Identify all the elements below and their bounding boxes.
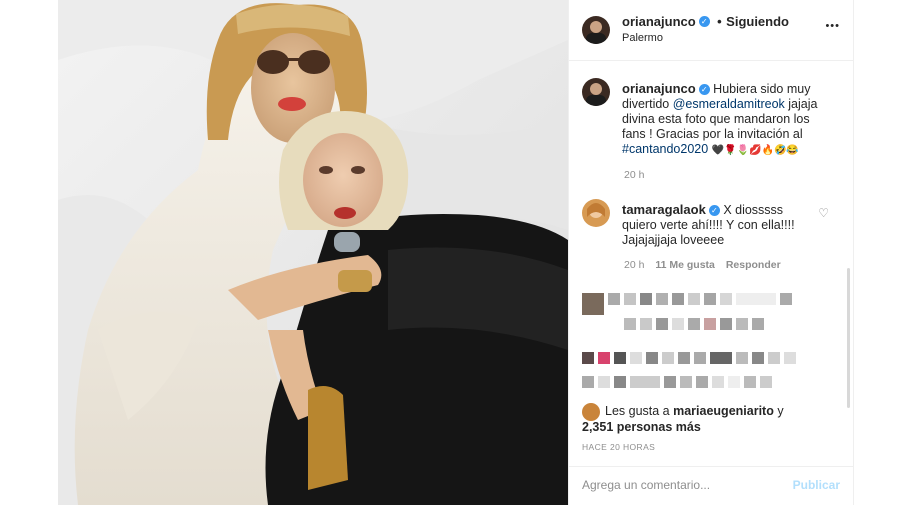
comment-input[interactable]: Agrega un comentario... bbox=[582, 478, 710, 492]
follow-separator: • bbox=[717, 14, 722, 29]
following-button[interactable]: Siguiendo bbox=[726, 14, 789, 29]
more-options-icon[interactable]: ••• bbox=[825, 20, 840, 32]
pixelated-comment-1b bbox=[624, 318, 764, 330]
caption-username[interactable]: orianajunco bbox=[622, 81, 696, 96]
caption-mention[interactable]: @esmeraldamitreok bbox=[673, 97, 785, 111]
post-location[interactable]: Palermo bbox=[622, 32, 663, 44]
avatar[interactable] bbox=[582, 16, 610, 44]
post-header: orianajunco ✓ • Siguiendo Palermo ••• bbox=[569, 0, 853, 61]
reply-button[interactable]: Responder bbox=[726, 259, 781, 271]
likes-others[interactable]: 2,351 personas más bbox=[582, 420, 701, 434]
comment-time[interactable]: 20 h bbox=[624, 259, 644, 271]
comment-meta: 20 h 11 Me gusta Responder bbox=[624, 259, 781, 271]
pixelated-comment-1 bbox=[582, 293, 792, 315]
comment-avatar[interactable] bbox=[582, 199, 610, 227]
avatar-image bbox=[586, 83, 606, 106]
likes-avatar[interactable] bbox=[582, 403, 600, 421]
post-image bbox=[58, 0, 568, 505]
post-timestamp[interactable]: HACE 20 HORAS bbox=[582, 442, 655, 452]
add-comment-bar: Agrega un comentario... Publicar bbox=[569, 466, 853, 505]
avatar-image bbox=[586, 21, 606, 44]
likes-prefix: Les gusta a bbox=[605, 404, 674, 418]
scrollbar[interactable] bbox=[847, 268, 850, 408]
heart-icon[interactable]: ♡ bbox=[818, 206, 829, 220]
post-photo[interactable] bbox=[58, 0, 568, 505]
pixelated-comment-2 bbox=[582, 352, 796, 364]
likes-suffix: y bbox=[773, 404, 784, 418]
caption: orianajunco ✓ Hubiera sido muy divertido … bbox=[622, 81, 836, 158]
comment: tamaragalaok ✓ X diosssss quiero verte ah… bbox=[622, 202, 812, 248]
comment-likes[interactable]: 11 Me gusta bbox=[655, 259, 715, 271]
verified-badge-icon: ✓ bbox=[708, 205, 720, 217]
likes-count[interactable]: 2,351 personas más bbox=[582, 420, 701, 434]
verified-badge-icon: ✓ bbox=[698, 84, 710, 96]
likes-summary: Les gusta a mariaeugeniarito y bbox=[605, 404, 835, 418]
comment-username[interactable]: tamaragalaok bbox=[622, 202, 706, 217]
caption-emojis: 🖤🌹🌷💋🔥🤣😂 bbox=[711, 145, 799, 156]
post-username[interactable]: orianajunco bbox=[622, 14, 696, 29]
caption-avatar[interactable] bbox=[582, 78, 610, 106]
avatar-image bbox=[587, 203, 605, 218]
caption-hashtag[interactable]: #cantando2020 bbox=[622, 142, 708, 156]
caption-time[interactable]: 20 h bbox=[624, 169, 644, 181]
likes-user[interactable]: mariaeugeniarito bbox=[673, 404, 774, 418]
verified-badge-icon: ✓ bbox=[698, 16, 710, 28]
pixelated-comment-2b bbox=[582, 376, 772, 388]
post-sidebar: orianajunco ✓ • Siguiendo Palermo ••• ori… bbox=[568, 0, 854, 505]
publish-button[interactable]: Publicar bbox=[793, 478, 840, 492]
